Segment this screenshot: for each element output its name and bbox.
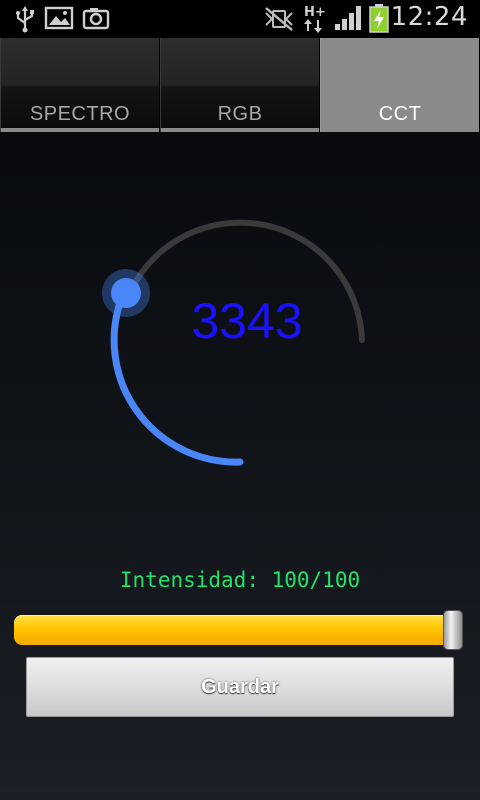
- tab-label: SPECTRO: [29, 103, 131, 125]
- status-bar: H+ 12:24: [0, 0, 480, 38]
- signal-icon: [334, 4, 364, 36]
- tab-label: CCT: [378, 103, 422, 125]
- screen: H+ 12:24 SPECTRO RGB CCT 3343 Intensidad…: [0, 0, 480, 800]
- tab-cct[interactable]: CCT: [320, 38, 480, 132]
- camera-icon: [82, 5, 110, 35]
- usb-icon: [14, 5, 36, 37]
- cct-dial[interactable]: 3343: [0, 132, 480, 552]
- intensity-label: Intensidad: 100/100: [119, 568, 361, 592]
- tab-bar: SPECTRO RGB CCT: [0, 38, 480, 132]
- status-clock: 12:24: [390, 2, 468, 32]
- cct-value: 3343: [191, 293, 303, 349]
- battery-charging-icon: [368, 3, 390, 37]
- save-button[interactable]: Guardar: [26, 657, 454, 717]
- tab-spectro[interactable]: SPECTRO: [0, 38, 160, 132]
- dial-knob[interactable]: [111, 278, 141, 308]
- intensity-slider[interactable]: [14, 610, 464, 650]
- data-transfer-icon: H+: [302, 3, 328, 39]
- slider-thumb[interactable]: [443, 610, 463, 650]
- tab-rgb[interactable]: RGB: [160, 38, 320, 132]
- gallery-icon: [44, 5, 74, 35]
- slider-fill: [14, 615, 460, 645]
- cct-panel: 3343 Intensidad: 100/100 Guardar: [0, 132, 480, 800]
- tab-label: RGB: [217, 103, 263, 125]
- slider-track: [14, 615, 460, 645]
- network-type-label: H+: [304, 5, 326, 20]
- nfc-muted-icon: [262, 5, 296, 37]
